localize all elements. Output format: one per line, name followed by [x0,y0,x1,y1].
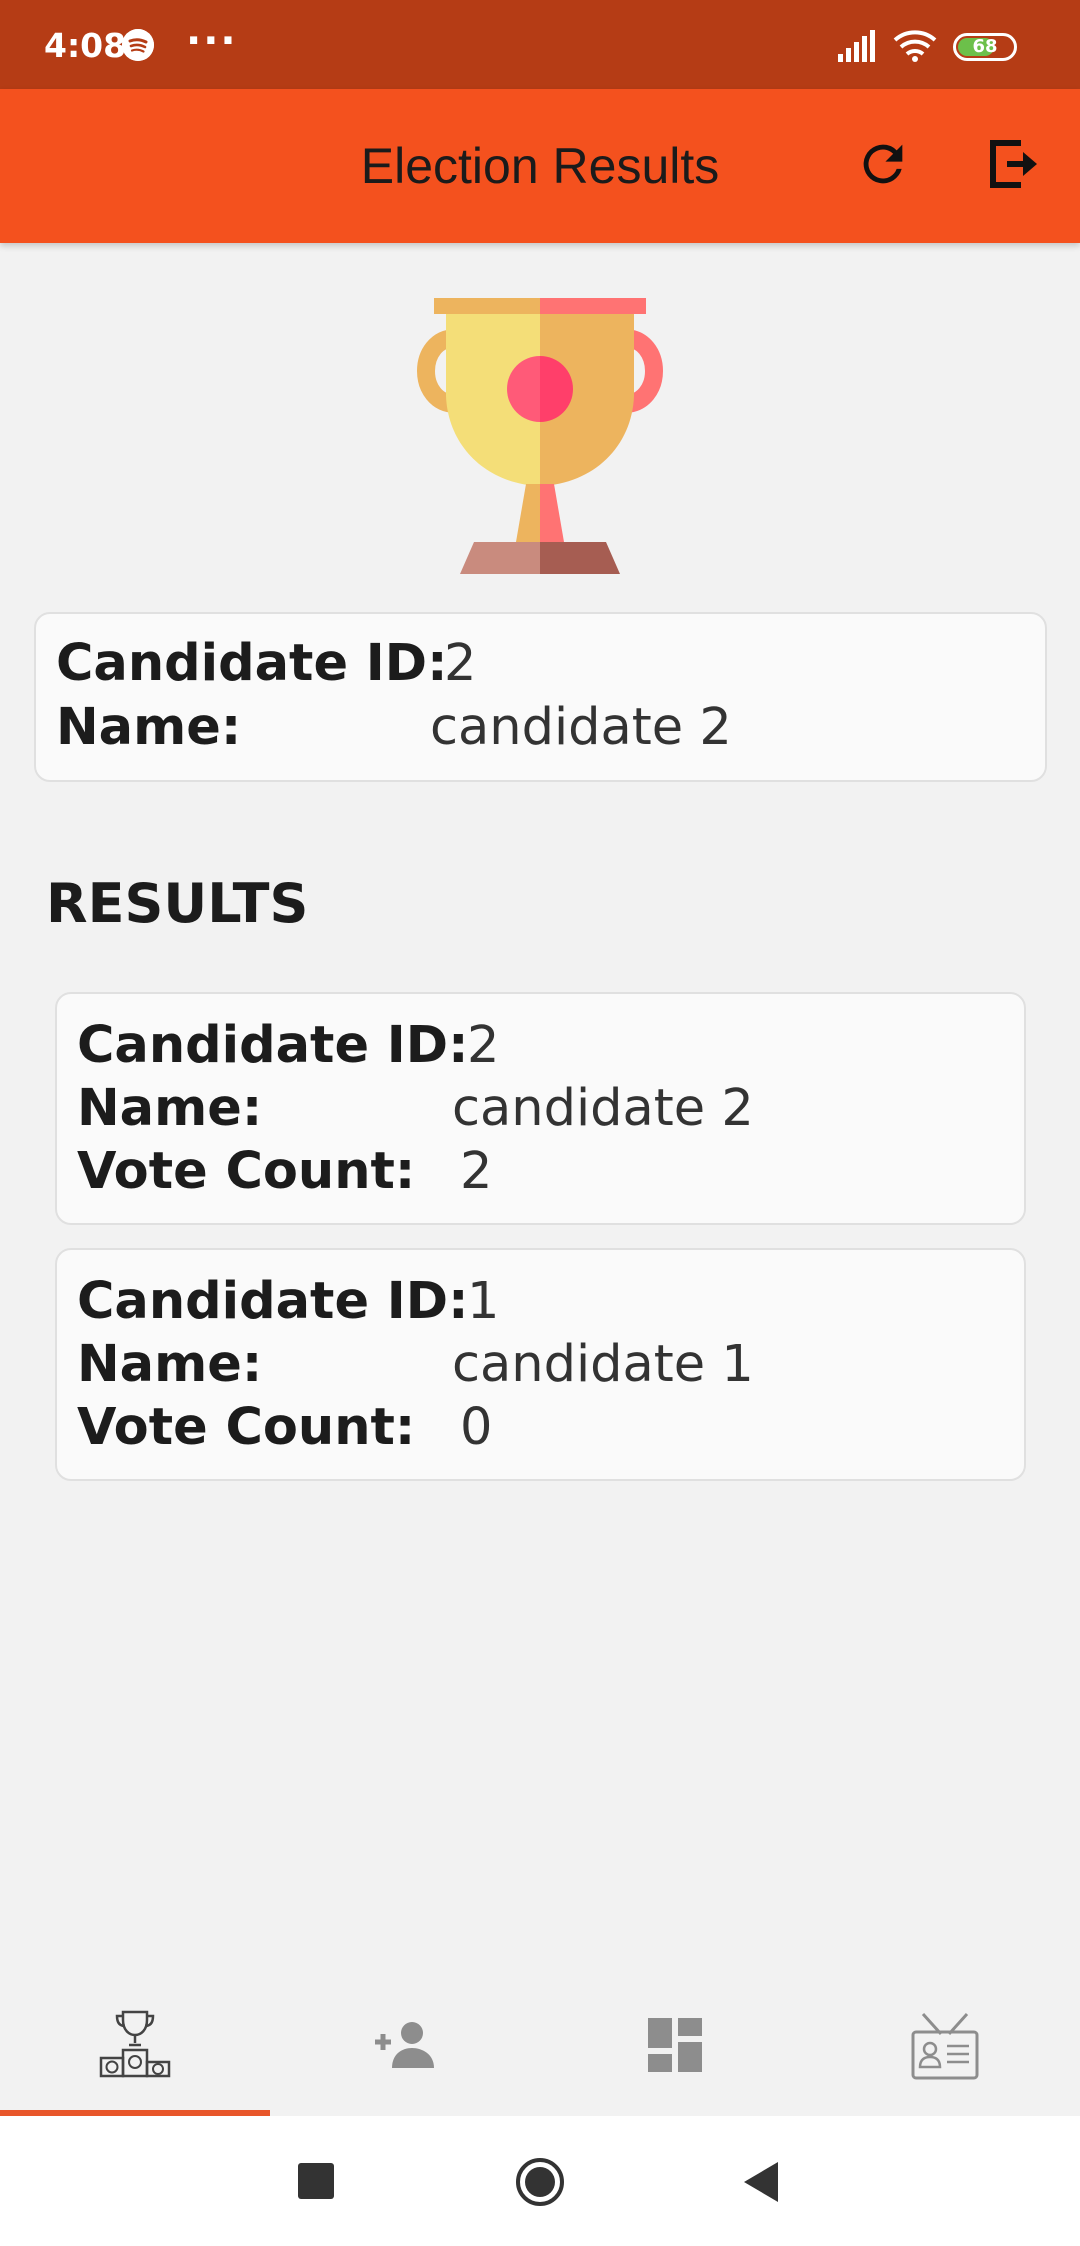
refresh-icon[interactable] [854,135,912,193]
result-name-label: Name: [77,1079,263,1138]
add-person-icon [375,2022,434,2068]
spotify-icon [122,29,154,61]
battery-level: 68 [972,36,998,57]
signal-icon [838,30,880,66]
result-card: Candidate ID: 2 Name: candidate 2 Vote C… [55,992,1026,1225]
recent-apps-icon[interactable] [298,2163,334,2199]
status-bar: 4:08 ··· 68 [0,0,1080,89]
id-badge-icon [911,2012,979,2080]
tab-results[interactable] [0,1990,270,2116]
winner-name-value: candidate 2 [430,698,732,757]
result-votes-value: 2 [460,1142,493,1201]
result-name-value: candidate 1 [452,1335,754,1394]
winner-id-label: Candidate ID: [56,634,448,693]
result-votes-value: 0 [460,1398,493,1457]
system-navigation-bar [0,2116,1080,2246]
result-id-value: 2 [467,1016,500,1075]
tab-voter-id[interactable] [810,1990,1080,2115]
winner-name-label: Name: [56,698,242,757]
home-icon[interactable] [514,2156,566,2208]
result-id-value: 1 [467,1272,500,1331]
app-bar: Election Results [0,89,1080,243]
results-heading: RESULTS [46,872,309,935]
result-card: Candidate ID: 1 Name: candidate 1 Vote C… [55,1248,1026,1481]
result-name-label: Name: [77,1335,263,1394]
result-votes-label: Vote Count: [77,1142,416,1201]
wifi-icon [893,28,937,66]
winner-card: Candidate ID: 2 Name: candidate 2 [34,612,1047,782]
more-notifications-icon: ··· [186,18,238,64]
bottom-navigation [0,1990,1080,2116]
result-id-label: Candidate ID: [77,1272,469,1331]
trophy-icon [417,298,663,574]
back-icon[interactable] [744,2162,778,2202]
podium-trophy-icon [99,2010,171,2078]
result-votes-label: Vote Count: [77,1398,416,1457]
status-time: 4:08 [44,26,127,65]
tab-add-candidate[interactable] [270,1990,540,2115]
winner-id-value: 2 [444,634,477,693]
dashboard-icon [648,2018,702,2072]
battery-icon: 68 [953,33,1017,61]
result-id-label: Candidate ID: [77,1016,469,1075]
page-title: Election Results [360,138,720,194]
tab-dashboard[interactable] [540,1990,810,2115]
logout-icon[interactable] [985,135,1045,193]
result-name-value: candidate 2 [452,1079,754,1138]
